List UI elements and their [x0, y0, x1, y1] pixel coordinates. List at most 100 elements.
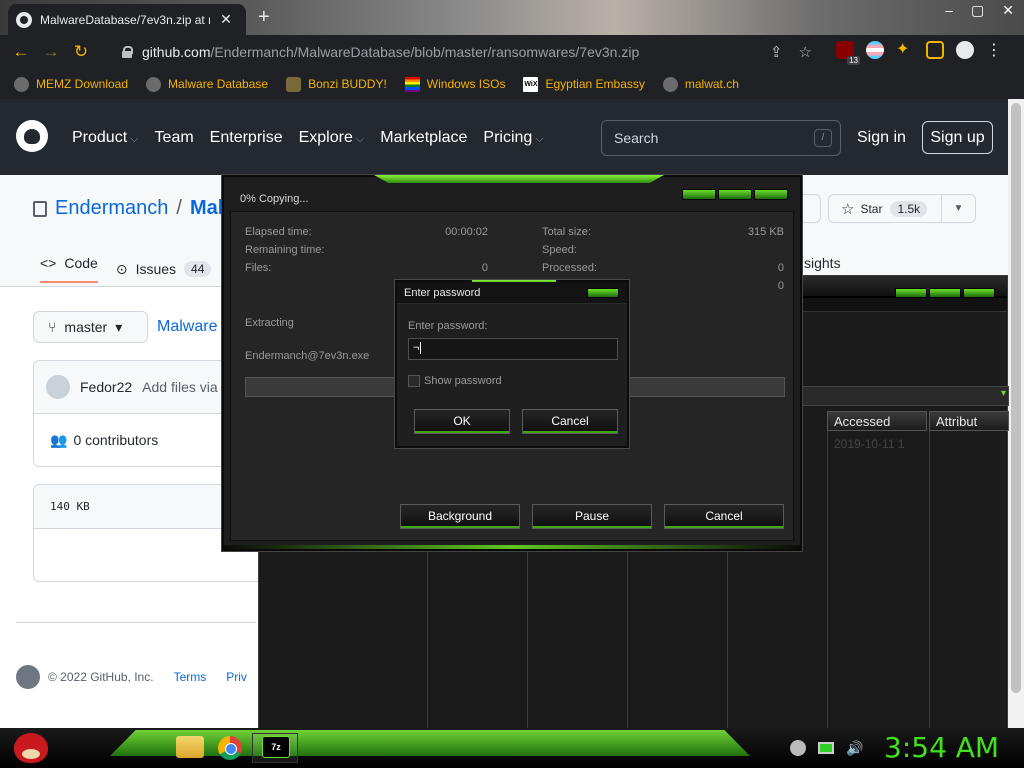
profile-avatar-icon[interactable] — [956, 41, 974, 59]
start-button[interactable] — [8, 728, 48, 768]
maximize-button[interactable] — [929, 288, 961, 298]
new-tab-button[interactable]: + — [258, 6, 270, 28]
footer-privacy-link[interactable]: Priv — [226, 670, 247, 684]
total-size-label: Total size: — [542, 226, 591, 238]
file-explorer-icon[interactable] — [176, 736, 204, 758]
back-button[interactable]: ← — [6, 42, 36, 62]
close-button[interactable] — [963, 288, 995, 298]
ok-button[interactable]: OK — [414, 409, 510, 434]
people-icon: 👥 — [50, 431, 68, 448]
issue-icon: ⊙ — [115, 260, 128, 277]
battery-icon[interactable] — [818, 742, 834, 754]
scroll-thumb[interactable] — [1011, 103, 1021, 693]
show-password-label[interactable]: Show password — [424, 375, 502, 387]
repo-owner-link[interactable]: Endermanch — [55, 197, 168, 220]
bookmark-windows-isos[interactable]: Windows ISOs — [404, 76, 505, 92]
bookmark-memz[interactable]: MEMZ Download — [14, 76, 128, 92]
star-count: 1.5k — [890, 200, 928, 217]
files-value: 0 — [481, 262, 488, 274]
sign-up-button[interactable]: Sign up — [922, 121, 993, 154]
close-button[interactable] — [587, 288, 619, 298]
breadcrumb[interactable]: Malware — [157, 318, 217, 336]
minimize-button[interactable] — [895, 288, 927, 298]
background-button[interactable]: Background — [400, 504, 520, 529]
close-button[interactable] — [754, 189, 788, 200]
nav-marketplace[interactable]: Marketplace — [380, 129, 467, 147]
bookmark-egyptian-embassy[interactable]: WiX Egyptian Embassy — [523, 76, 645, 92]
star-button[interactable]: ☆ Star 1.5k ▼ — [828, 194, 976, 223]
forward-button[interactable]: → — [36, 42, 66, 62]
address-bar[interactable]: github.com/Endermanch/MalwareDatabase/bl… — [110, 38, 820, 66]
tab-insights[interactable]: sights — [804, 255, 841, 271]
angry-bird-icon — [14, 733, 48, 763]
reload-button[interactable]: ↻ — [66, 42, 96, 62]
pause-button[interactable]: Pause — [532, 504, 652, 529]
github-logo-icon[interactable] — [16, 120, 48, 152]
nav-team[interactable]: Team — [155, 129, 194, 147]
bookmark-malware-db[interactable]: Malware Database — [146, 76, 268, 92]
bookmark-star-icon[interactable]: ☆ — [799, 43, 812, 61]
share-icon[interactable]: ⇪ — [770, 43, 783, 61]
url-text[interactable]: github.com/Endermanch/MalwareDatabase/bl… — [142, 44, 639, 60]
maximize-button[interactable] — [718, 189, 752, 200]
nav-explore[interactable]: Explore — [299, 129, 365, 147]
sign-in-link[interactable]: Sign in — [857, 129, 906, 147]
nav-pricing[interactable]: Pricing — [483, 129, 543, 147]
bookmark-bonzi[interactable]: Bonzi BUDDY! — [286, 76, 387, 92]
accessed-cell: 2019-10-11 1 — [834, 437, 905, 451]
sevenzip-taskbar-icon[interactable]: 7z — [262, 736, 290, 758]
page-scrollbar[interactable] — [1008, 99, 1024, 728]
maximize-button[interactable]: ▢ — [971, 2, 984, 19]
taskbar — [0, 728, 1024, 768]
nav-product[interactable]: Product — [72, 129, 139, 147]
total-size-value: 315 KB — [747, 226, 784, 238]
column-attributes[interactable]: Attribut — [929, 411, 1009, 431]
branch-selector[interactable]: ⑂ master ▾ — [33, 311, 148, 343]
speed-label: Speed: — [542, 244, 577, 256]
bookmark-malwatch[interactable]: malwat.ch — [662, 76, 739, 92]
ublock-extension-icon[interactable]: 13 — [836, 41, 860, 65]
browser-tab[interactable]: MalwareDatabase/7ev3n.zip at master ✕ — [8, 4, 246, 35]
progress-title: 0% Copying... — [240, 193, 309, 205]
close-window-button[interactable]: ✕ — [1002, 2, 1014, 19]
minimize-button[interactable]: – — [945, 2, 953, 19]
tab-code[interactable]: <> Code — [40, 255, 98, 283]
side-panel-icon[interactable] — [926, 41, 944, 59]
chrome-icon[interactable] — [218, 736, 242, 760]
nav-enterprise[interactable]: Enterprise — [210, 129, 283, 147]
password-field[interactable]: ¬ — [408, 338, 618, 360]
bookmarks-bar: MEMZ Download Malware Database Bonzi BUD… — [0, 69, 1024, 99]
window-controls: – ▢ ✕ — [945, 2, 1014, 19]
chrome-menu-icon[interactable]: ⋮ — [986, 40, 1002, 60]
column-accessed[interactable]: Accessed — [827, 411, 927, 431]
cancel-button[interactable]: Cancel — [664, 504, 784, 529]
system-tray: 🔊 — [790, 740, 863, 756]
branch-icon: ⑂ — [48, 319, 57, 335]
avatar[interactable] — [46, 375, 70, 399]
tab-close-icon[interactable]: ✕ — [218, 11, 234, 28]
minimize-button[interactable] — [682, 189, 716, 200]
commit-message[interactable]: Add files via u — [142, 379, 229, 395]
network-icon[interactable] — [790, 740, 806, 756]
password-label: Enter password: — [408, 320, 488, 332]
ext-badge: 13 — [847, 56, 860, 65]
extensions-puzzle-icon[interactable]: ✦ — [896, 41, 914, 59]
wix-icon: WiX — [523, 76, 539, 92]
sevenzip-address-combo[interactable] — [799, 386, 1009, 406]
chevron-down-icon: ▾ — [115, 318, 123, 335]
volume-icon[interactable]: 🔊 — [846, 740, 863, 756]
star-dropdown-icon[interactable]: ▼ — [941, 195, 975, 222]
globe-icon — [662, 76, 678, 92]
footer-terms-link[interactable]: Terms — [174, 670, 207, 684]
flag-extension-icon[interactable] — [866, 41, 884, 59]
commit-author[interactable]: Fedor22 — [80, 379, 132, 395]
search-shortcut-key: / — [814, 129, 832, 147]
tab-issues[interactable]: ⊙ Issues 44 — [116, 255, 212, 283]
github-mark-icon[interactable] — [16, 665, 40, 689]
footer: © 2022 GitHub, Inc. Terms Priv — [16, 665, 247, 689]
cancel-button[interactable]: Cancel — [522, 409, 618, 434]
show-password-checkbox[interactable] — [408, 375, 420, 387]
search-input[interactable]: Search / — [601, 120, 841, 156]
lock-icon[interactable] — [122, 46, 133, 58]
clock[interactable]: 3:54 AM — [884, 731, 999, 764]
